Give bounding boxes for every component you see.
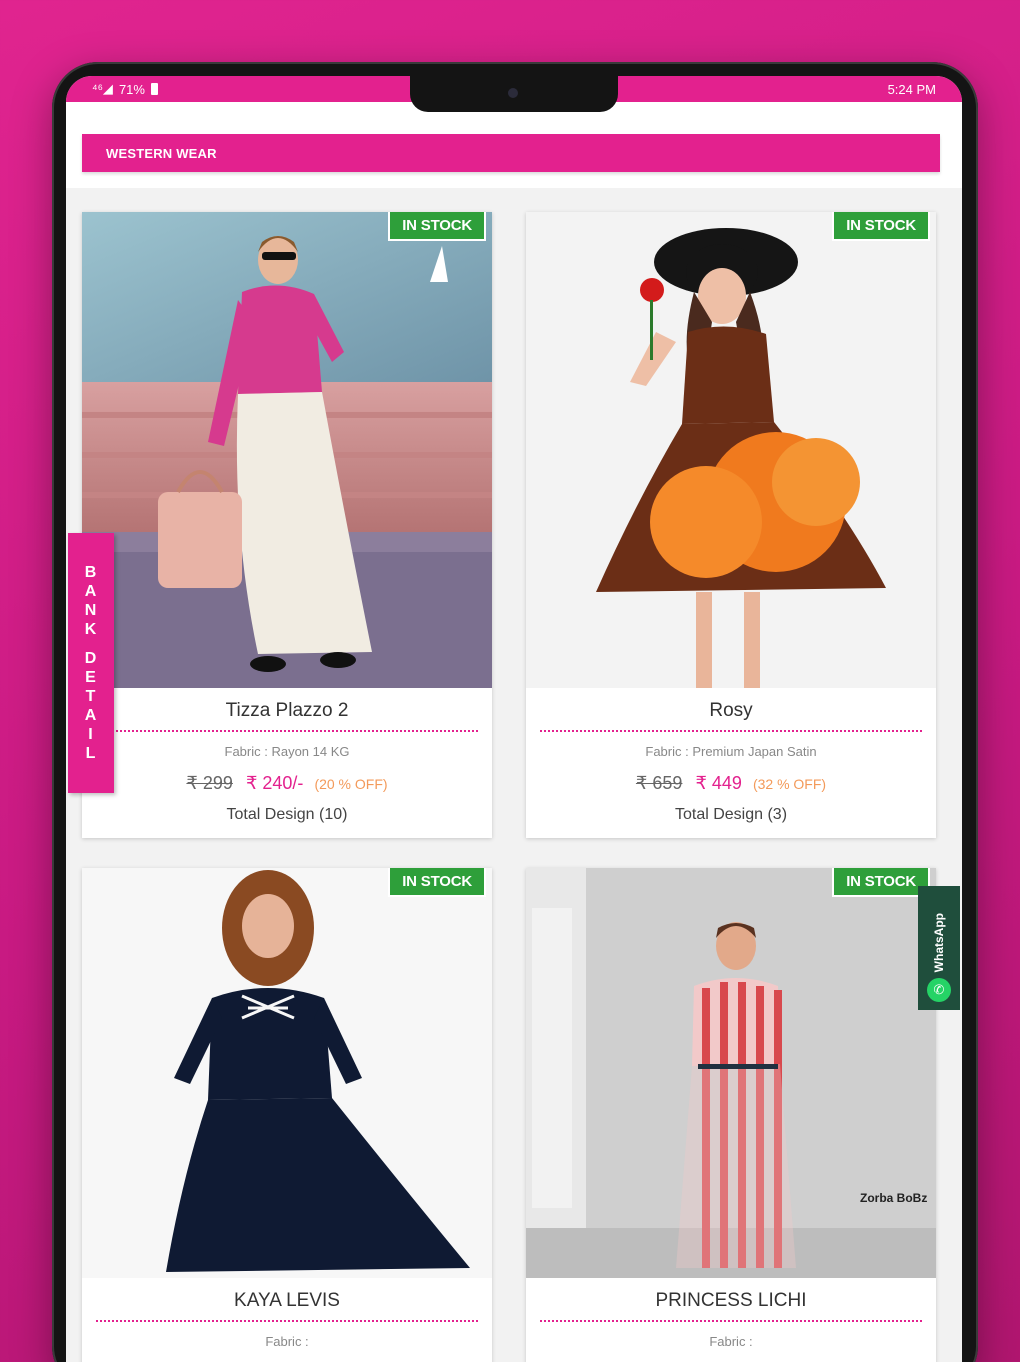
bank-tab-letter: I bbox=[88, 726, 94, 743]
front-camera bbox=[508, 88, 518, 98]
product-fabric: Fabric : Premium Japan Satin bbox=[645, 744, 817, 759]
section-header: WESTERN WEAR bbox=[82, 134, 940, 172]
product-fabric: Fabric : bbox=[265, 1334, 309, 1349]
brand-watermark: Zorba BoBz bbox=[860, 1191, 927, 1205]
whatsapp-tab[interactable]: WhatsApp ✆ bbox=[918, 886, 960, 1010]
product-card[interactable]: IN STOCK Tizza Plazzo 2 Fabric : Rayon 1… bbox=[82, 212, 492, 838]
in-stock-badge: IN STOCK bbox=[832, 212, 930, 241]
price-row: ₹ 299 ₹ 240/- (20 % OFF) bbox=[82, 759, 492, 794]
product-photo bbox=[82, 212, 492, 688]
whatsapp-label: WhatsApp bbox=[932, 912, 946, 972]
page-content: WESTERN WEAR IN STOCK Tizza Plazzo 2 Fab… bbox=[66, 102, 962, 1362]
product-image[interactable]: IN STOCK bbox=[82, 212, 492, 688]
product-image[interactable]: IN STOCK bbox=[526, 212, 936, 688]
product-card[interactable]: IN STOCK Rosy Fabric : Premium Japan Sat… bbox=[526, 212, 936, 838]
bank-tab-letter: K bbox=[84, 621, 98, 638]
discount-label: (32 % OFF) bbox=[752, 776, 827, 792]
product-photo: Zorba BoBz bbox=[526, 868, 936, 1278]
signal-icon: ⁴⁶◢ bbox=[92, 81, 113, 96]
bank-tab-letter: T bbox=[85, 688, 97, 705]
battery-icon bbox=[150, 83, 158, 95]
product-name[interactable]: Tizza Plazzo 2 bbox=[82, 688, 492, 730]
product-name[interactable]: KAYA LEVIS bbox=[82, 1278, 492, 1320]
bank-tab-letter: D bbox=[84, 650, 98, 667]
product-photo bbox=[82, 868, 492, 1278]
product-card[interactable]: IN STOCK KAYA LEVIS Fabric : bbox=[82, 868, 492, 1362]
battery-percent: 71% bbox=[118, 81, 145, 97]
clock: 5:24 PM bbox=[887, 81, 936, 97]
in-stock-badge: IN STOCK bbox=[388, 212, 486, 241]
bank-tab-letter: A bbox=[84, 707, 98, 724]
whatsapp-icon: ✆ bbox=[927, 978, 951, 1002]
total-design: Total Design (10) bbox=[226, 806, 348, 823]
product-fabric: Fabric : bbox=[709, 1334, 753, 1349]
in-stock-badge: IN STOCK bbox=[388, 868, 486, 897]
product-photo bbox=[526, 212, 936, 688]
section-title: WESTERN WEAR bbox=[106, 145, 217, 161]
product-name[interactable]: Rosy bbox=[526, 688, 936, 730]
original-price: ₹ 299 bbox=[186, 773, 233, 793]
original-price: ₹ 659 bbox=[635, 773, 683, 793]
product-fabric: Fabric : Rayon 14 KG bbox=[224, 744, 350, 759]
total-design: Total Design (3) bbox=[674, 806, 788, 823]
bank-tab-letter: N bbox=[84, 602, 98, 619]
bank-tab-letter: B bbox=[84, 564, 98, 581]
product-card[interactable]: Zorba BoBz IN STOCK PRINCESS LICHI Fabri… bbox=[526, 868, 936, 1362]
screen: ⁴⁶◢ 71% 5:24 PM WESTERN WEAR IN STOCK Ti… bbox=[66, 76, 962, 1362]
product-name[interactable]: PRINCESS LICHI bbox=[526, 1278, 936, 1320]
sale-price: ₹ 240/- bbox=[245, 773, 304, 793]
price-row: ₹ 659 ₹ 449 (32 % OFF) bbox=[526, 759, 936, 794]
camera-notch bbox=[410, 76, 618, 112]
bank-tab-letter: E bbox=[85, 669, 97, 686]
product-image[interactable]: IN STOCK bbox=[82, 868, 492, 1278]
discount-label: (20 % OFF) bbox=[314, 776, 388, 792]
bank-tab-letter: L bbox=[85, 745, 97, 762]
product-image[interactable]: Zorba BoBz IN STOCK bbox=[526, 868, 936, 1278]
in-stock-badge: IN STOCK bbox=[832, 868, 930, 897]
product-grid: IN STOCK Tizza Plazzo 2 Fabric : Rayon 1… bbox=[66, 188, 962, 1362]
bank-tab-letter: A bbox=[84, 583, 98, 600]
sale-price: ₹ 449 bbox=[695, 773, 742, 793]
bank-detail-tab[interactable]: B A N K D E T A I L bbox=[68, 533, 114, 793]
